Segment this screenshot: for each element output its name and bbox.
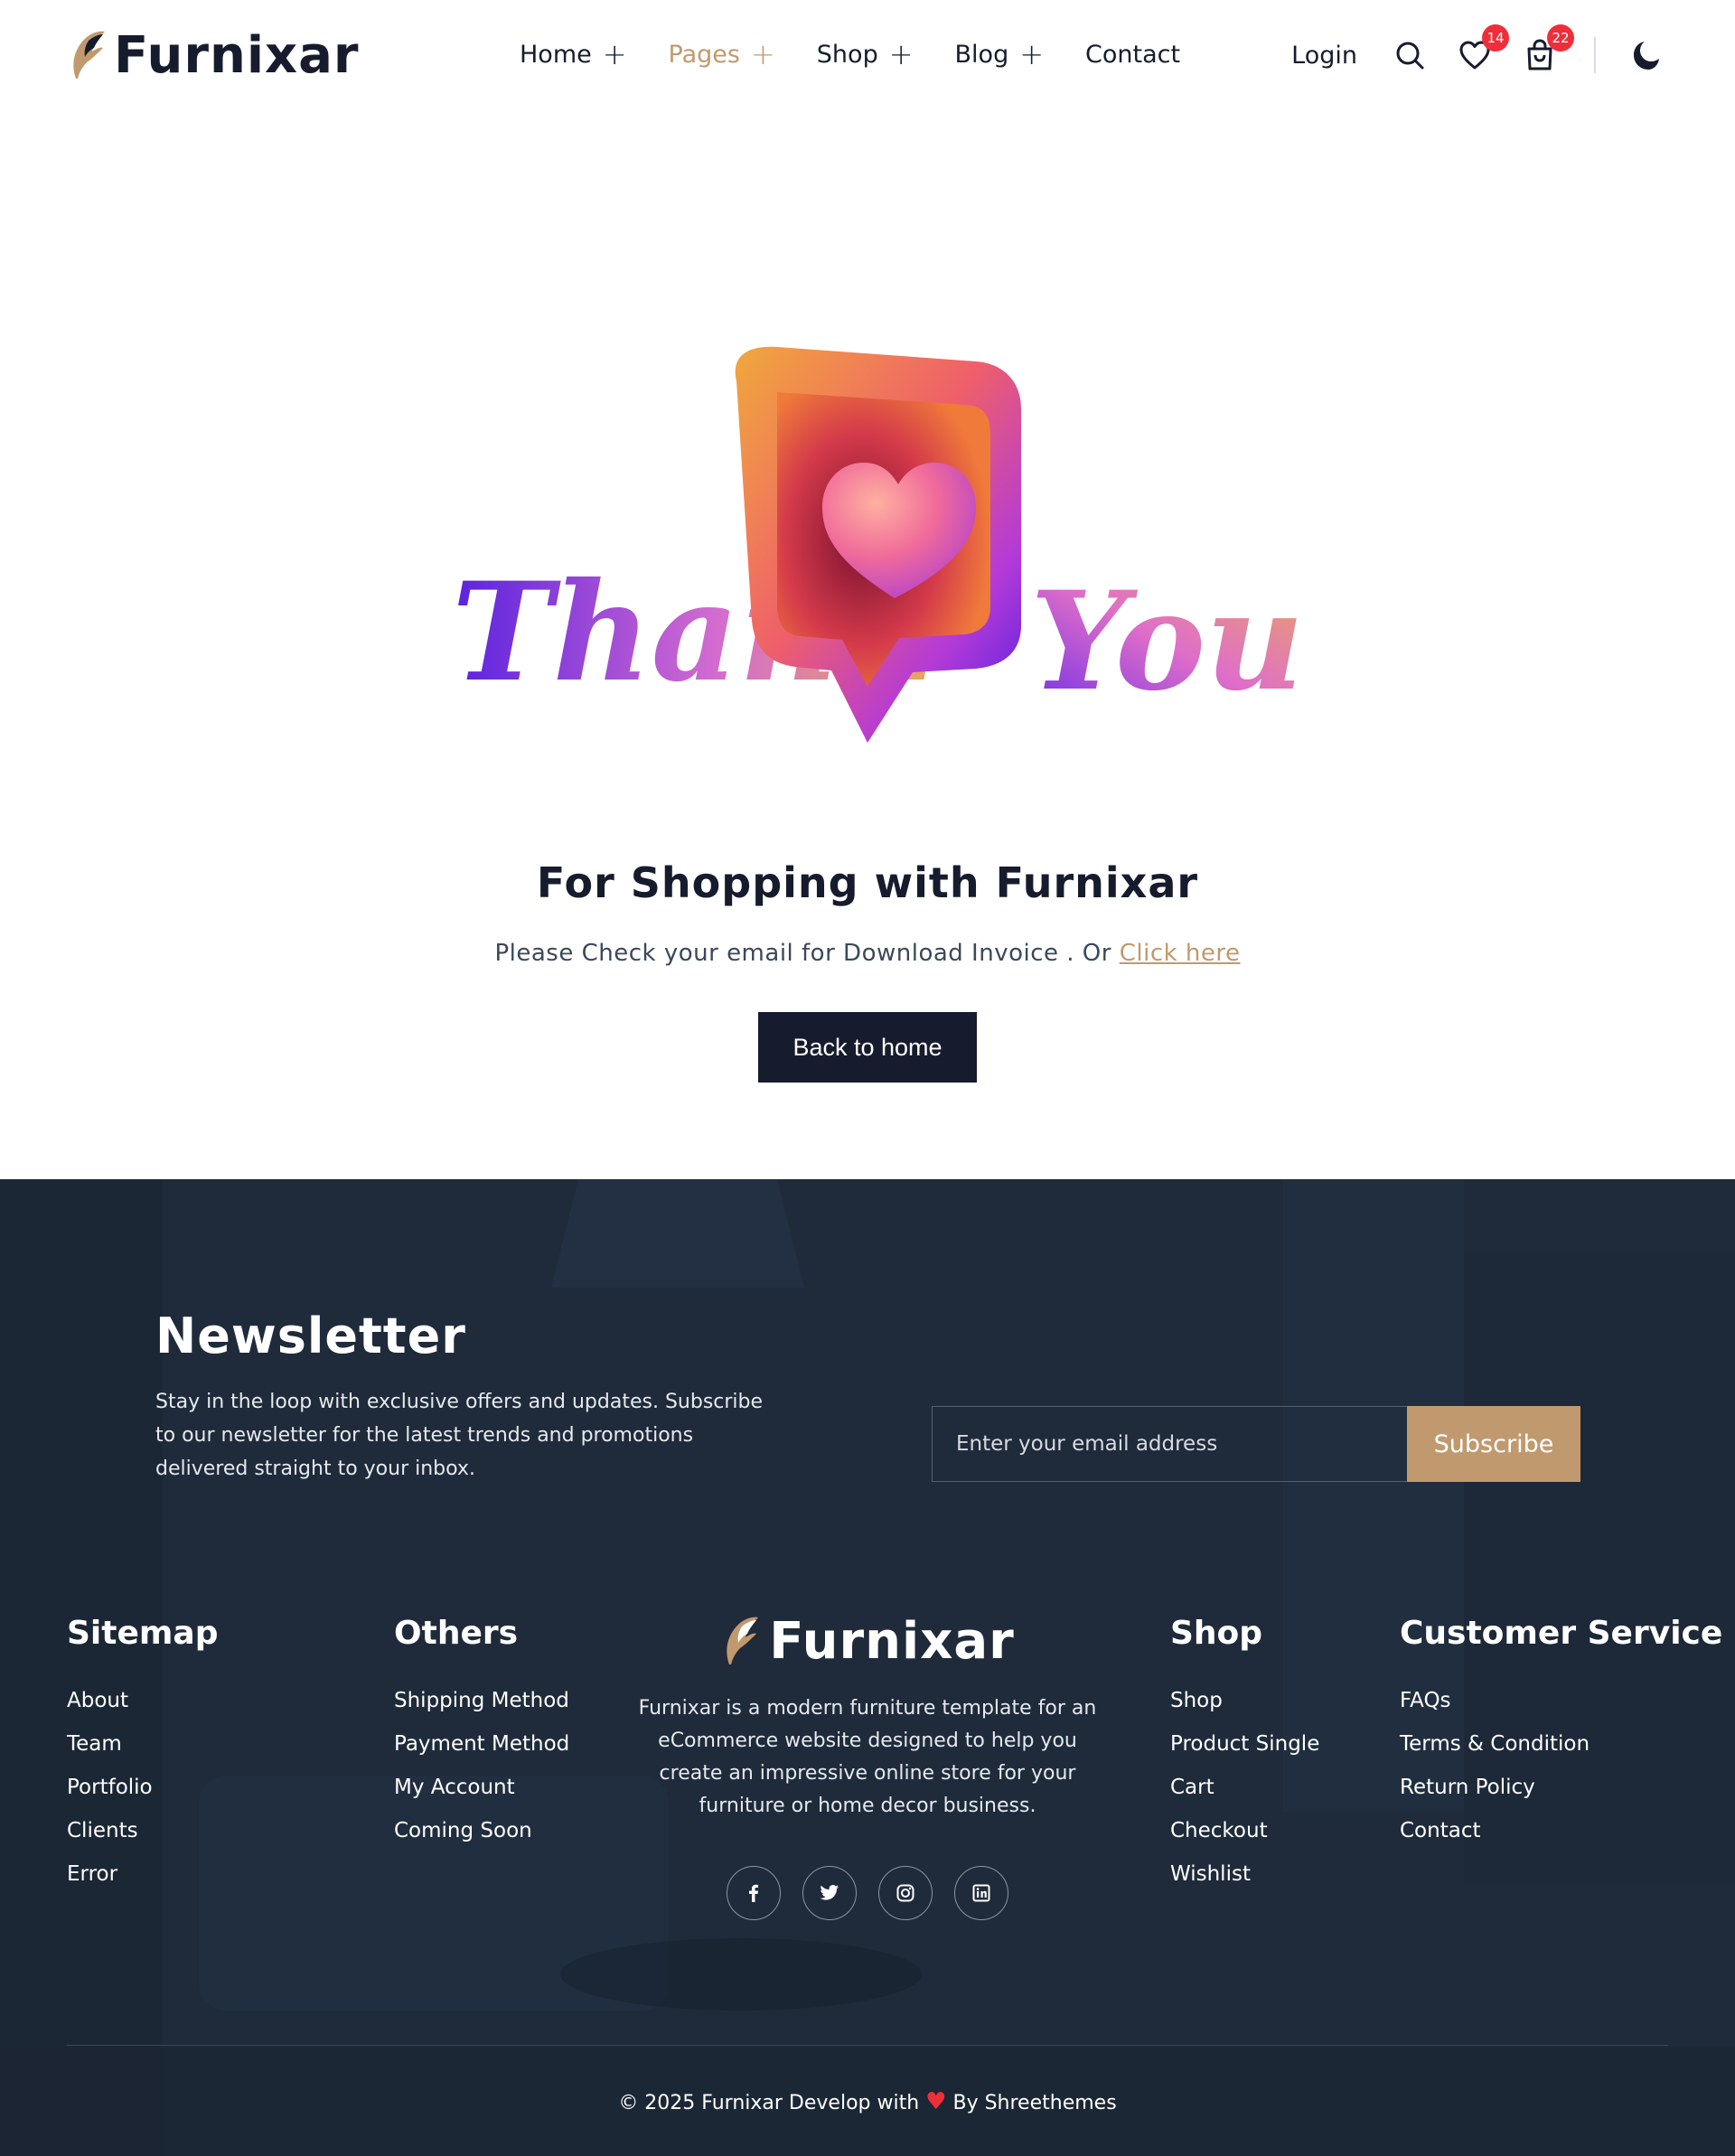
nav-item-pages[interactable]: Pages + xyxy=(669,40,775,69)
login-link[interactable]: Login xyxy=(1291,42,1357,70)
newsletter-title: Newsletter xyxy=(155,1308,466,1364)
wishlist-button[interactable]: 14 xyxy=(1455,24,1509,75)
nav-item-shop[interactable]: Shop + xyxy=(817,40,914,69)
nav-label: Pages xyxy=(668,40,740,69)
newsletter-form: Subscribe xyxy=(932,1406,1580,1482)
feather-logo-icon xyxy=(73,31,105,79)
back-to-home-button[interactable]: Back to home xyxy=(758,1012,977,1083)
footer-link[interactable]: Portfolio xyxy=(67,1766,218,1809)
plus-icon: + xyxy=(602,37,627,71)
linkedin-icon[interactable] xyxy=(954,1866,1008,1920)
footer-link[interactable]: Product Single xyxy=(1170,1722,1319,1766)
footer-link[interactable]: Shipping Method xyxy=(394,1679,569,1722)
main-nav: Home + Pages + Shop + Blog + Contact xyxy=(520,34,1180,74)
site-header: Furnixar Home + Pages + Shop + Blog + Co… xyxy=(0,0,1735,110)
nav-label: Blog xyxy=(954,40,1009,69)
copyright-text: © 2025 Furnixar Develop with xyxy=(618,2092,920,2114)
you-word: You xyxy=(1030,562,1301,721)
instagram-icon[interactable] xyxy=(878,1866,933,1920)
copyright: © 2025 Furnixar Develop with ♥ By Shreet… xyxy=(0,2088,1735,2115)
facebook-icon[interactable] xyxy=(727,1866,781,1920)
footer-link[interactable]: Shop xyxy=(1170,1679,1319,1722)
heart-icon: ♥ xyxy=(925,2088,947,2115)
thank-you-section: Thank You For Shopping with Furnixar Ple… xyxy=(0,110,1735,1180)
moon-icon[interactable] xyxy=(1628,35,1668,75)
footer-link[interactable]: My Account xyxy=(394,1766,569,1809)
logo-text: Furnixar xyxy=(769,1611,1015,1671)
copyright-author[interactable]: By Shreethemes xyxy=(952,2092,1116,2114)
footer-link[interactable]: Team xyxy=(67,1722,218,1766)
footer-divider xyxy=(67,2045,1668,2046)
plus-icon: + xyxy=(750,37,775,71)
footer-link[interactable]: About xyxy=(67,1679,218,1722)
invoice-message-text: Please Check your email for Download Inv… xyxy=(494,940,1120,967)
nav-label: Contact xyxy=(1085,40,1181,69)
brand-description: Furnixar is a modern furniture template … xyxy=(638,1697,1097,1817)
nav-label: Home xyxy=(520,40,592,69)
twitter-icon[interactable] xyxy=(802,1866,857,1920)
thank-you-illustration: Thank You xyxy=(452,346,1301,743)
site-footer: Newsletter Stay in the loop with exclusi… xyxy=(0,1179,1735,2156)
cart-button[interactable]: 22 xyxy=(1520,24,1574,75)
plus-icon: + xyxy=(888,37,914,71)
nav-item-home[interactable]: Home + xyxy=(520,40,627,69)
newsletter-description: Stay in the loop with exclusive offers a… xyxy=(155,1391,764,1480)
footer-heading: Shop xyxy=(1170,1615,1263,1652)
footer-link[interactable]: Error xyxy=(67,1852,218,1896)
footer-heading: Customer Service xyxy=(1400,1615,1723,1652)
footer-link[interactable]: Contact xyxy=(1400,1809,1722,1852)
footer-customer-service: Customer Service FAQs Terms & Condition … xyxy=(1400,1615,1722,1852)
footer-others: Others Shipping Method Payment Method My… xyxy=(394,1615,569,1852)
feather-logo-icon xyxy=(727,1617,759,1664)
plus-icon: + xyxy=(1019,37,1045,71)
nav-item-contact[interactable]: Contact xyxy=(1085,41,1180,69)
header-divider xyxy=(1594,37,1596,73)
footer-link[interactable]: Terms & Condition xyxy=(1400,1722,1722,1766)
footer-link[interactable]: Wishlist xyxy=(1170,1852,1319,1896)
cart-count-badge: 22 xyxy=(1547,24,1574,52)
footer-link[interactable]: Coming Soon xyxy=(394,1809,569,1852)
nav-label: Shop xyxy=(816,40,878,69)
footer-sitemap: Sitemap About Team Portfolio Clients Err… xyxy=(67,1615,218,1896)
social-links xyxy=(624,1866,1111,1920)
footer-heading: Others xyxy=(394,1615,519,1652)
footer-shop: Shop Shop Product Single Cart Checkout W… xyxy=(1170,1615,1319,1896)
logo[interactable]: Furnixar xyxy=(67,23,360,87)
footer-heading: Sitemap xyxy=(67,1615,219,1652)
email-field[interactable] xyxy=(932,1406,1407,1482)
footer-link[interactable]: Return Policy xyxy=(1400,1766,1722,1809)
footer-link[interactable]: FAQs xyxy=(1400,1679,1722,1722)
footer-link[interactable]: Cart xyxy=(1170,1766,1319,1809)
footer-logo[interactable]: Furnixar xyxy=(624,1611,1111,1671)
page-title: For Shopping with Furnixar xyxy=(536,858,1199,907)
nav-item-blog[interactable]: Blog + xyxy=(955,40,1045,69)
invoice-message: Please Check your email for Download Inv… xyxy=(0,940,1735,967)
click-here-link[interactable]: Click here xyxy=(1120,940,1241,967)
footer-link[interactable]: Clients xyxy=(67,1809,218,1852)
footer-link[interactable]: Checkout xyxy=(1170,1809,1319,1852)
wishlist-count-badge: 14 xyxy=(1482,24,1509,52)
footer-link[interactable]: Payment Method xyxy=(394,1722,569,1766)
header-actions: Login 14 22 xyxy=(1291,24,1668,83)
search-icon[interactable] xyxy=(1390,35,1430,75)
logo-text: Furnixar xyxy=(114,25,360,85)
subscribe-button[interactable]: Subscribe xyxy=(1407,1406,1580,1482)
footer-brand: Furnixar Furnixar is a modern furniture … xyxy=(624,1611,1111,1920)
